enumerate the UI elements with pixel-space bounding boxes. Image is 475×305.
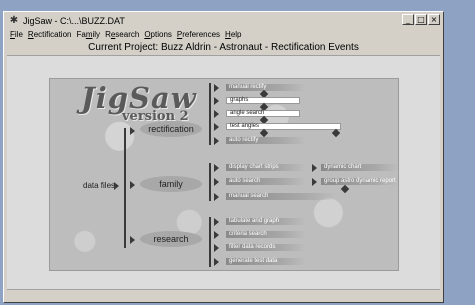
close-button[interactable]: × <box>428 14 440 25</box>
arrow-right-icon <box>312 164 317 172</box>
menu-rectification[interactable]: Rectification <box>28 30 72 39</box>
arrow-right-icon <box>130 127 135 135</box>
option-auto-rectify[interactable]: auto rectify <box>226 137 306 144</box>
menu-preferences[interactable]: Preferences <box>177 30 220 39</box>
option-test-angles[interactable]: test angles <box>226 123 341 130</box>
data-files-label: data files <box>83 181 116 190</box>
research-button[interactable]: research <box>140 231 202 247</box>
title-bar[interactable]: ✱ JigSaw - C:\...\BUZZ.DAT _ □ × <box>5 13 442 28</box>
option-generate-test-data[interactable]: generate test data <box>226 258 306 265</box>
arrow-right-icon <box>214 123 219 131</box>
arrow-right-icon <box>130 236 135 244</box>
arrow-right-icon <box>312 178 317 186</box>
tree-connector-family <box>209 163 211 201</box>
option-display-chart-strips[interactable]: display chart strips <box>226 164 306 171</box>
menu-help[interactable]: Help <box>225 30 241 39</box>
arrow-right-icon <box>130 181 135 189</box>
arrow-right-icon <box>214 137 219 145</box>
tree-connector-research <box>209 217 211 267</box>
arrow-right-icon <box>214 244 219 252</box>
arrow-right-icon <box>214 97 219 105</box>
option-auto-search[interactable]: auto search <box>226 178 306 185</box>
menu-file[interactable]: File <box>10 30 23 39</box>
family-button[interactable]: family <box>140 176 202 192</box>
status-bar <box>7 289 440 299</box>
arrow-right-icon <box>214 258 219 266</box>
option-group-astro-dynamic-report[interactable]: group astro dynamic report <box>321 178 398 185</box>
arrow-right-icon <box>214 218 219 226</box>
arrow-right-icon <box>214 193 219 201</box>
window-controls: _ □ × <box>402 14 440 25</box>
maximize-button[interactable]: □ <box>415 14 427 25</box>
option-dynamic-chart[interactable]: dynamic chart <box>321 164 398 171</box>
arrow-right-icon <box>214 178 219 186</box>
arrow-right-icon <box>214 164 219 172</box>
rectification-button[interactable]: rectification <box>140 121 202 137</box>
tree-connector-main <box>124 128 126 248</box>
menu-options[interactable]: Options <box>144 30 172 39</box>
arrow-right-icon <box>214 231 219 239</box>
menu-family[interactable]: Family <box>76 30 100 39</box>
minimize-button[interactable]: _ <box>402 14 414 25</box>
option-tabulate-and-graph[interactable]: tabulate and graph <box>226 218 306 225</box>
option-criteria-search[interactable]: criteria search <box>226 231 306 238</box>
tree-connector-rectification <box>209 83 211 145</box>
window-title: JigSaw - C:\...\BUZZ.DAT <box>23 15 125 26</box>
option-manual-rectify[interactable]: manual rectify <box>226 84 306 91</box>
project-title: Current Project: Buzz Aldrin - Astronaut… <box>88 42 359 53</box>
menu-research[interactable]: Research <box>105 30 139 39</box>
navigation-panel: JigSaw version 2 data files rectificatio… <box>49 78 399 271</box>
arrow-right-icon <box>114 182 119 190</box>
jigsaw-app-icon[interactable]: ✱ <box>8 15 20 27</box>
arrow-right-icon <box>214 84 219 92</box>
arrow-right-icon <box>214 110 219 118</box>
option-manual-search[interactable]: manual search <box>226 193 336 200</box>
option-filter-data-records[interactable]: filter data records <box>226 244 306 251</box>
menu-bar: File Rectification Family Research Optio… <box>5 28 442 41</box>
